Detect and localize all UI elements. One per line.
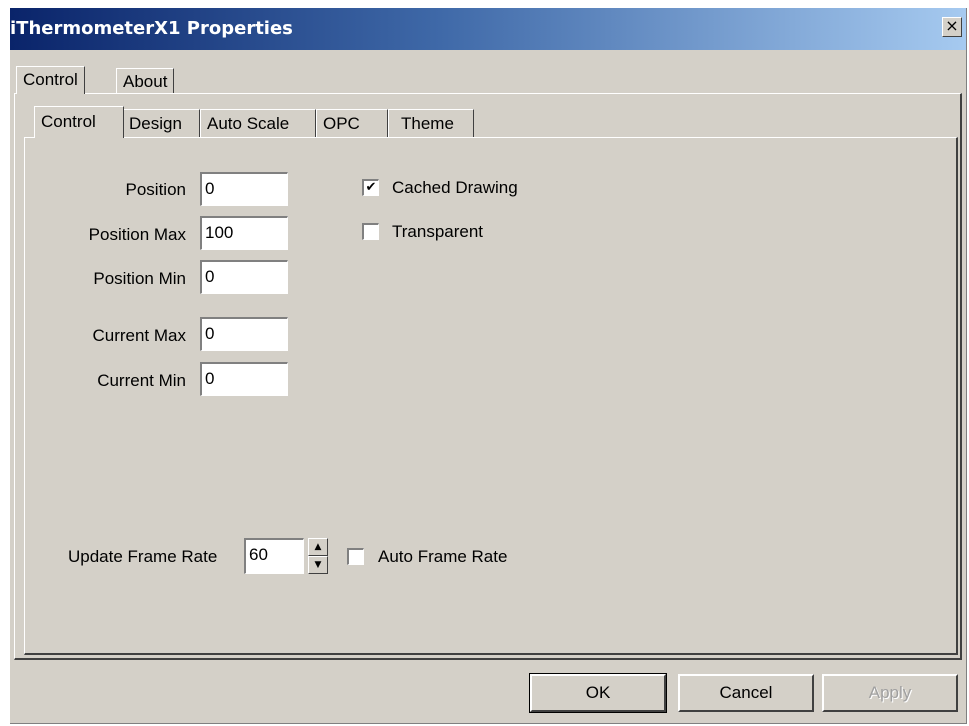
current-max-label: Current Max [92, 326, 186, 345]
tab-label: Theme [401, 114, 454, 133]
tab-control[interactable]: Control [34, 106, 124, 138]
auto-frame-rate-label[interactable]: Auto Frame Rate [378, 547, 507, 567]
close-icon: × [945, 16, 959, 35]
tab-label: Design [129, 114, 182, 133]
position-min-input[interactable]: 0 [200, 260, 288, 294]
current-min-label: Current Min [97, 371, 186, 390]
spin-down-icon: ▼ [314, 560, 322, 570]
tab-label: Control [41, 112, 96, 131]
tab-opc[interactable]: OPC [316, 109, 388, 138]
title-bar[interactable]: iThermometerX1 Properties × [10, 8, 966, 50]
current-max-input[interactable]: 0 [200, 317, 288, 351]
tab-design[interactable]: Design [122, 109, 200, 138]
control-tab-panel [24, 137, 958, 655]
apply-button[interactable]: Apply [822, 674, 958, 712]
position-label: Position [125, 180, 186, 199]
cached-drawing-checkbox[interactable]: ✔ [362, 179, 379, 196]
auto-frame-rate-checkbox[interactable] [347, 548, 364, 565]
spin-down-button[interactable]: ▼ [308, 556, 328, 574]
update-frame-rate-label: Update Frame Rate [68, 547, 218, 566]
transparent-checkbox[interactable] [362, 223, 379, 240]
window-title: iThermometerX1 Properties [10, 18, 293, 39]
tab-label: OPC [323, 114, 360, 133]
tab-label: Auto Scale [207, 114, 290, 133]
ok-button[interactable]: OK [529, 673, 667, 713]
tab-label: Control [23, 70, 78, 89]
position-input[interactable]: 0 [200, 172, 288, 206]
frame-rate-input[interactable]: 60 [244, 538, 304, 574]
tab-theme[interactable]: Theme [388, 109, 474, 138]
position-max-label: Position Max [88, 225, 186, 244]
cancel-button[interactable]: Cancel [678, 674, 814, 712]
spin-up-button[interactable]: ▲ [308, 538, 328, 556]
tab-control-outer[interactable]: Control [16, 66, 85, 94]
current-min-input[interactable]: 0 [200, 362, 288, 396]
tab-label: About [123, 72, 168, 91]
position-min-label: Position Min [93, 269, 186, 288]
transparent-label[interactable]: Transparent [392, 222, 483, 242]
check-icon: ✔ [365, 180, 377, 195]
properties-dialog: iThermometerX1 Properties × Control Abou… [10, 8, 967, 724]
cached-drawing-label[interactable]: Cached Drawing [392, 178, 518, 198]
frame-rate-spinner: ▲ ▼ [308, 538, 328, 574]
position-max-input[interactable]: 100 [200, 216, 288, 250]
spin-up-icon: ▲ [314, 542, 322, 552]
close-button[interactable]: × [942, 17, 962, 37]
tab-auto-scale[interactable]: Auto Scale [200, 109, 316, 138]
tab-about[interactable]: About [116, 68, 175, 94]
